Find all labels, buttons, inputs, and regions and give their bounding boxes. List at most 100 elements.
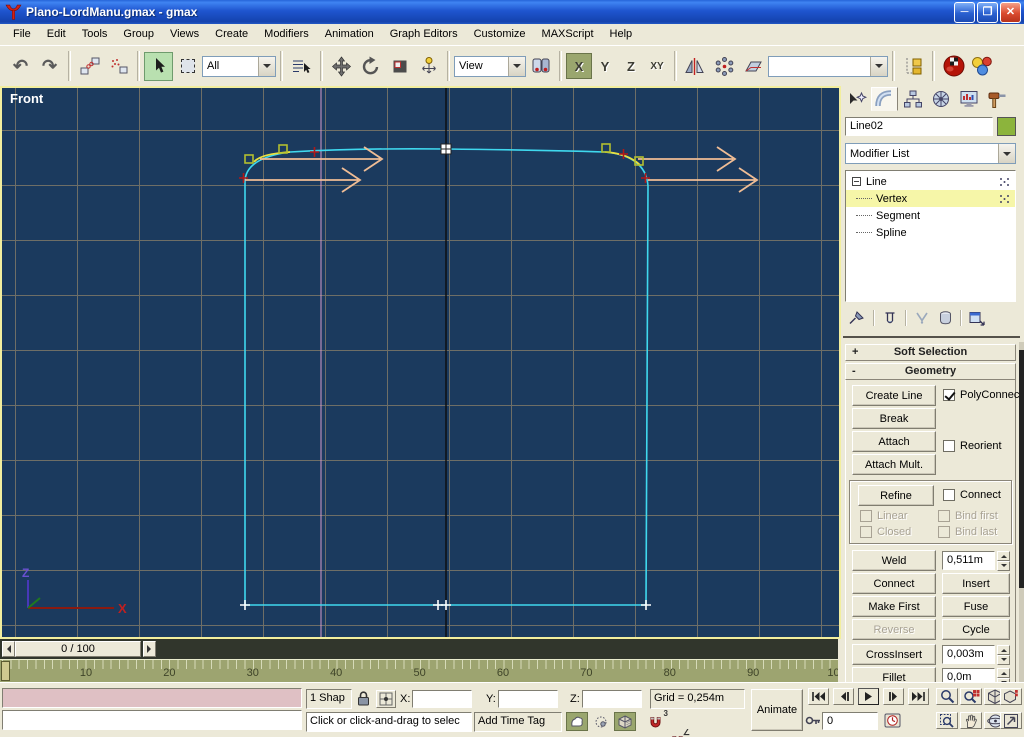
time-configuration-icon[interactable] (884, 712, 901, 732)
tab-motion[interactable] (927, 87, 954, 111)
insert-button[interactable]: Insert (942, 573, 1010, 594)
selected-vertex-marker[interactable] (441, 144, 451, 154)
current-frame-field[interactable]: 0 (822, 712, 878, 730)
play-button[interactable] (858, 688, 879, 705)
undo-icon[interactable]: ↶ (6, 52, 35, 81)
array-icon[interactable] (710, 52, 739, 81)
add-time-tag[interactable]: Add Time Tag (474, 712, 562, 732)
zoom-extents-all-icon[interactable] (1000, 688, 1022, 705)
connect-checkbox[interactable]: Connect (943, 489, 1001, 501)
angle-snap-magnet-icon[interactable]: ∠ (666, 731, 688, 737)
zoom-all-icon[interactable] (960, 688, 982, 705)
collapse-icon[interactable] (852, 177, 861, 186)
viewport-label[interactable]: Front (10, 91, 43, 106)
unlink-selection-icon[interactable] (104, 52, 133, 81)
weld-threshold-field[interactable]: 0,511m (942, 551, 995, 570)
stack-item-spline[interactable]: Spline (846, 224, 1015, 241)
go-to-end-button[interactable] (908, 688, 929, 705)
next-frame-button[interactable] (883, 688, 904, 705)
checkbox-icon[interactable] (943, 440, 955, 452)
menu-item[interactable]: Customize (466, 26, 534, 43)
tab-create[interactable] (843, 87, 870, 111)
selection-filter-dropdown[interactable]: All (202, 56, 276, 77)
pin-stack-icon[interactable] (847, 310, 867, 326)
menu-item[interactable]: Edit (39, 26, 74, 43)
stack-item-segment[interactable]: Segment (846, 207, 1015, 224)
select-object-button[interactable] (144, 52, 173, 81)
close-button[interactable]: ✕ (1000, 2, 1021, 23)
menu-item[interactable]: Views (162, 26, 207, 43)
tab-utilities[interactable] (983, 87, 1010, 111)
rollout-geometry[interactable]: - Geometry (845, 363, 1016, 380)
attach-button[interactable]: Attach (852, 431, 936, 452)
refine-button[interactable]: Refine (858, 485, 934, 506)
minimize-button[interactable]: ─ (954, 2, 975, 23)
dropdown-arrow-icon[interactable] (998, 144, 1015, 163)
selection-lock-icon[interactable] (356, 690, 371, 710)
region-zoom-icon[interactable] (936, 712, 958, 729)
attach-mult-button[interactable]: Attach Mult. (852, 454, 936, 475)
zoom-icon[interactable] (936, 688, 958, 705)
set-key-icon[interactable] (805, 714, 821, 730)
restrict-x-button[interactable]: X (566, 53, 592, 79)
make-unique-icon[interactable] (913, 310, 931, 326)
absolute-offset-mode-icon[interactable] (376, 690, 396, 708)
title-bar[interactable]: Plano-LordManu.gmax - gmax ─ ❐ ✕ (0, 0, 1024, 24)
create-line-button[interactable]: Create Line (852, 385, 936, 406)
select-by-name-icon[interactable] (287, 52, 316, 81)
restore-button[interactable]: ❐ (977, 2, 998, 23)
checkbox-icon[interactable] (943, 489, 955, 501)
select-and-rotate-icon[interactable] (356, 52, 385, 81)
object-color-swatch[interactable] (997, 117, 1016, 136)
align-icon[interactable] (739, 52, 768, 81)
menu-item[interactable]: Tools (74, 26, 116, 43)
select-and-scale-icon[interactable] (385, 52, 414, 81)
tab-display[interactable] (955, 87, 982, 111)
select-and-link-icon[interactable] (75, 52, 104, 81)
crossinsert-field[interactable]: 0,003m (942, 645, 995, 664)
panel-scrollbar-thumb[interactable] (1019, 350, 1024, 588)
named-selection-dropdown[interactable] (768, 56, 888, 77)
object-name-field[interactable]: Line02 (845, 117, 993, 136)
menu-item[interactable]: MAXScript (534, 26, 602, 43)
checkbox-icon[interactable] (943, 389, 955, 401)
menu-item[interactable]: Create (207, 26, 256, 43)
animate-button[interactable]: Animate (751, 689, 803, 731)
restrict-xy-plane-button[interactable]: XY (644, 53, 670, 79)
front-viewport[interactable]: X Z Front (0, 86, 841, 639)
stack-item-line[interactable]: Line (846, 173, 1015, 190)
weld-spinner[interactable] (997, 551, 1010, 570)
dropdown-arrow-icon[interactable] (870, 57, 887, 76)
material-editor-icon[interactable] (968, 52, 997, 81)
go-to-start-button[interactable] (808, 688, 829, 705)
white-shape-icon[interactable] (566, 712, 588, 731)
restrict-z-button[interactable]: Z (618, 53, 644, 79)
redo-icon[interactable]: ↷ (35, 52, 64, 81)
previous-frame-arrow-button[interactable] (2, 641, 15, 657)
crossinsert-button[interactable]: CrossInsert (852, 644, 936, 665)
use-pivot-point-center-icon[interactable] (526, 52, 555, 81)
menu-item[interactable]: File (5, 26, 39, 43)
dropdown-arrow-icon[interactable] (258, 57, 275, 76)
maxscript-mini-listener-pink[interactable] (2, 688, 302, 708)
x-coordinate-field[interactable] (412, 690, 472, 708)
configure-modifier-sets-icon[interactable] (968, 310, 987, 326)
time-slider-display[interactable]: 0 / 100 (15, 641, 141, 657)
reference-coordinate-dropdown[interactable]: View (454, 56, 526, 77)
menu-item[interactable]: Animation (317, 26, 382, 43)
reorient-checkbox[interactable]: Reorient (943, 440, 1002, 452)
restrict-y-button[interactable]: Y (592, 53, 618, 79)
menu-item[interactable]: Graph Editors (382, 26, 466, 43)
track-bar[interactable]: 102030405060708090100 (0, 659, 838, 682)
crossinsert-spinner[interactable] (997, 645, 1010, 664)
rollout-soft-selection[interactable]: + Soft Selection (845, 344, 1016, 361)
snap-3d-magnet-icon[interactable]: 3 (644, 712, 666, 731)
tab-modify[interactable] (871, 87, 898, 111)
shaded-cube-icon[interactable] (614, 712, 636, 731)
show-end-result-icon[interactable] (881, 310, 899, 326)
modifier-list-dropdown[interactable]: Modifier List (845, 143, 1016, 164)
dropdown-arrow-icon[interactable] (508, 57, 525, 76)
rectangular-selection-region-icon[interactable] (173, 52, 202, 81)
pan-hand-icon[interactable] (960, 712, 982, 729)
y-coordinate-field[interactable] (498, 690, 558, 708)
